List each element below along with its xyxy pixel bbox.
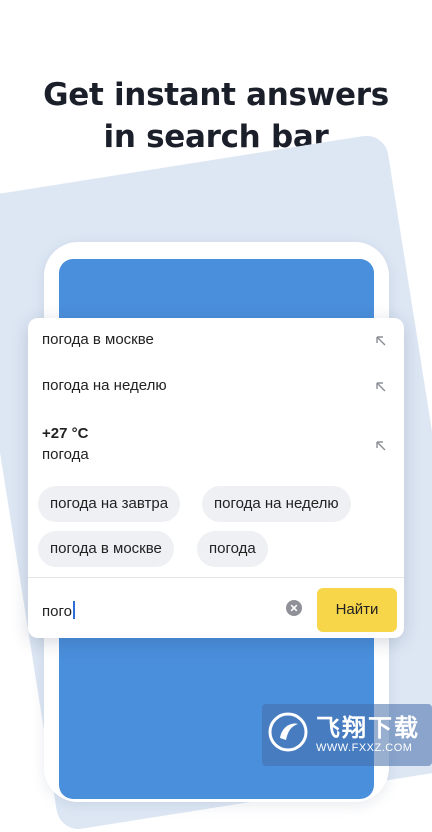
search-suggestions-panel: погода в москве погода на неделю +27 °C … <box>28 318 404 638</box>
suggestion-label: погода на неделю <box>42 377 167 394</box>
search-input[interactable]: пого <box>42 601 75 620</box>
divider <box>28 577 404 578</box>
chip-suggestion[interactable]: погода на неделю <box>202 486 351 522</box>
arrow-up-left-icon[interactable] <box>374 439 388 453</box>
chip-suggestion[interactable]: погода <box>197 531 268 567</box>
weather-label: погода <box>42 446 89 463</box>
text-caret <box>72 601 75 619</box>
suggestion-label: погода в москве <box>42 331 154 348</box>
weather-temperature: +27 °C <box>42 425 89 442</box>
headline-line-1: Get instant answers <box>43 77 389 113</box>
watermark-url: WWW.FXXZ.COM <box>316 742 413 754</box>
watermark-title: 飞翔下载 <box>316 714 420 742</box>
suggestion-item[interactable]: погода на неделю <box>42 377 390 394</box>
find-button[interactable]: Найти <box>317 588 397 632</box>
chip-suggestion[interactable]: погода в москве <box>38 531 174 567</box>
clear-icon[interactable] <box>286 600 302 616</box>
arrow-up-left-icon[interactable] <box>374 380 388 394</box>
watermark-logo-icon <box>268 712 308 752</box>
suggestion-item[interactable]: погода в москве <box>42 331 390 348</box>
arrow-up-left-icon[interactable] <box>374 334 388 348</box>
chip-suggestion[interactable]: погода на завтра <box>38 486 181 522</box>
search-input-value: пого <box>42 603 72 620</box>
weather-answer[interactable]: +27 °C погода <box>42 425 390 463</box>
